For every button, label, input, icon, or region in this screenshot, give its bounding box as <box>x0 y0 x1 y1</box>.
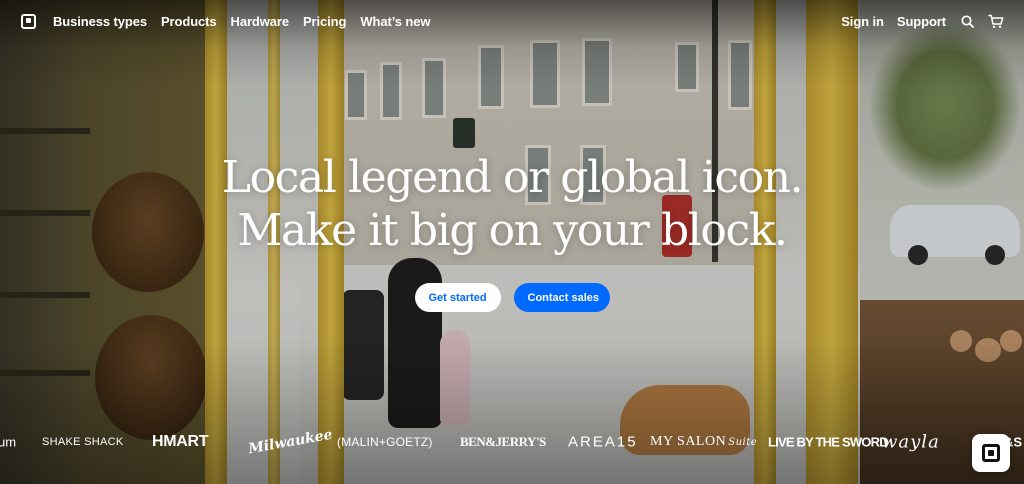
nav-link-pricing[interactable]: Pricing <box>303 14 346 29</box>
hero-cta-group: Get started Contact sales <box>0 283 1024 312</box>
brand-logo-malin-goetz: (MALIN+GOETZ) <box>337 435 433 449</box>
brand-logo-strip: um SHAKE SHACK HMART Milwaukee (MALIN+GO… <box>0 420 1024 464</box>
hero-headline-line-2: Make it big on your block. <box>237 205 788 256</box>
top-navigation: Business types Products Hardware Pricing… <box>0 0 1024 42</box>
shake-shack-text: SHAKE SHACK <box>42 436 124 448</box>
brand-logo-wayla: wayla <box>882 431 940 453</box>
utility-nav: Sign in Support <box>841 13 1004 29</box>
nav-link-business-types[interactable]: Business types <box>53 14 147 29</box>
square-chat-button[interactable] <box>972 434 1010 472</box>
search-icon[interactable] <box>959 13 975 29</box>
get-started-button[interactable]: Get started <box>414 283 501 312</box>
my-salon-text: MY SALON <box>650 434 727 449</box>
nav-link-products[interactable]: Products <box>161 14 217 29</box>
brand-logo-hmart: HMART <box>152 433 209 450</box>
brand-logo-partial: um <box>0 434 17 450</box>
square-logo-icon <box>982 444 1000 462</box>
sign-in-link[interactable]: Sign in <box>841 14 884 29</box>
brand-logo-shake-shack: SHAKE SHACK <box>42 436 124 448</box>
brand-logo-live-by-the-sword: LIVE BY THE SWORD <box>768 434 889 450</box>
brand-logo-area15: AREA15 <box>568 433 638 451</box>
brand-logo-my-salon: MY SALON Suite <box>650 434 757 450</box>
hero-headline-line-1: Local legend or global icon. <box>221 152 804 203</box>
nav-link-whats-new[interactable]: What’s new <box>360 14 430 29</box>
contact-sales-button[interactable]: Contact sales <box>513 283 610 312</box>
my-salon-sub: Suite <box>728 437 758 448</box>
nav-link-hardware[interactable]: Hardware <box>231 14 290 29</box>
square-logo-icon[interactable] <box>21 13 36 29</box>
cart-icon[interactable] <box>988 13 1004 29</box>
page: Business types Products Hardware Pricing… <box>0 0 1024 484</box>
hero-headline: Local legend or global icon. Make it big… <box>0 151 1024 257</box>
support-link[interactable]: Support <box>897 14 946 29</box>
primary-nav-links: Business types Products Hardware Pricing… <box>53 14 430 29</box>
brand-logo-ben-jerrys: BEN&JERRY'S <box>460 434 546 449</box>
brand-logo-milwaukee: Milwaukee <box>247 426 334 458</box>
